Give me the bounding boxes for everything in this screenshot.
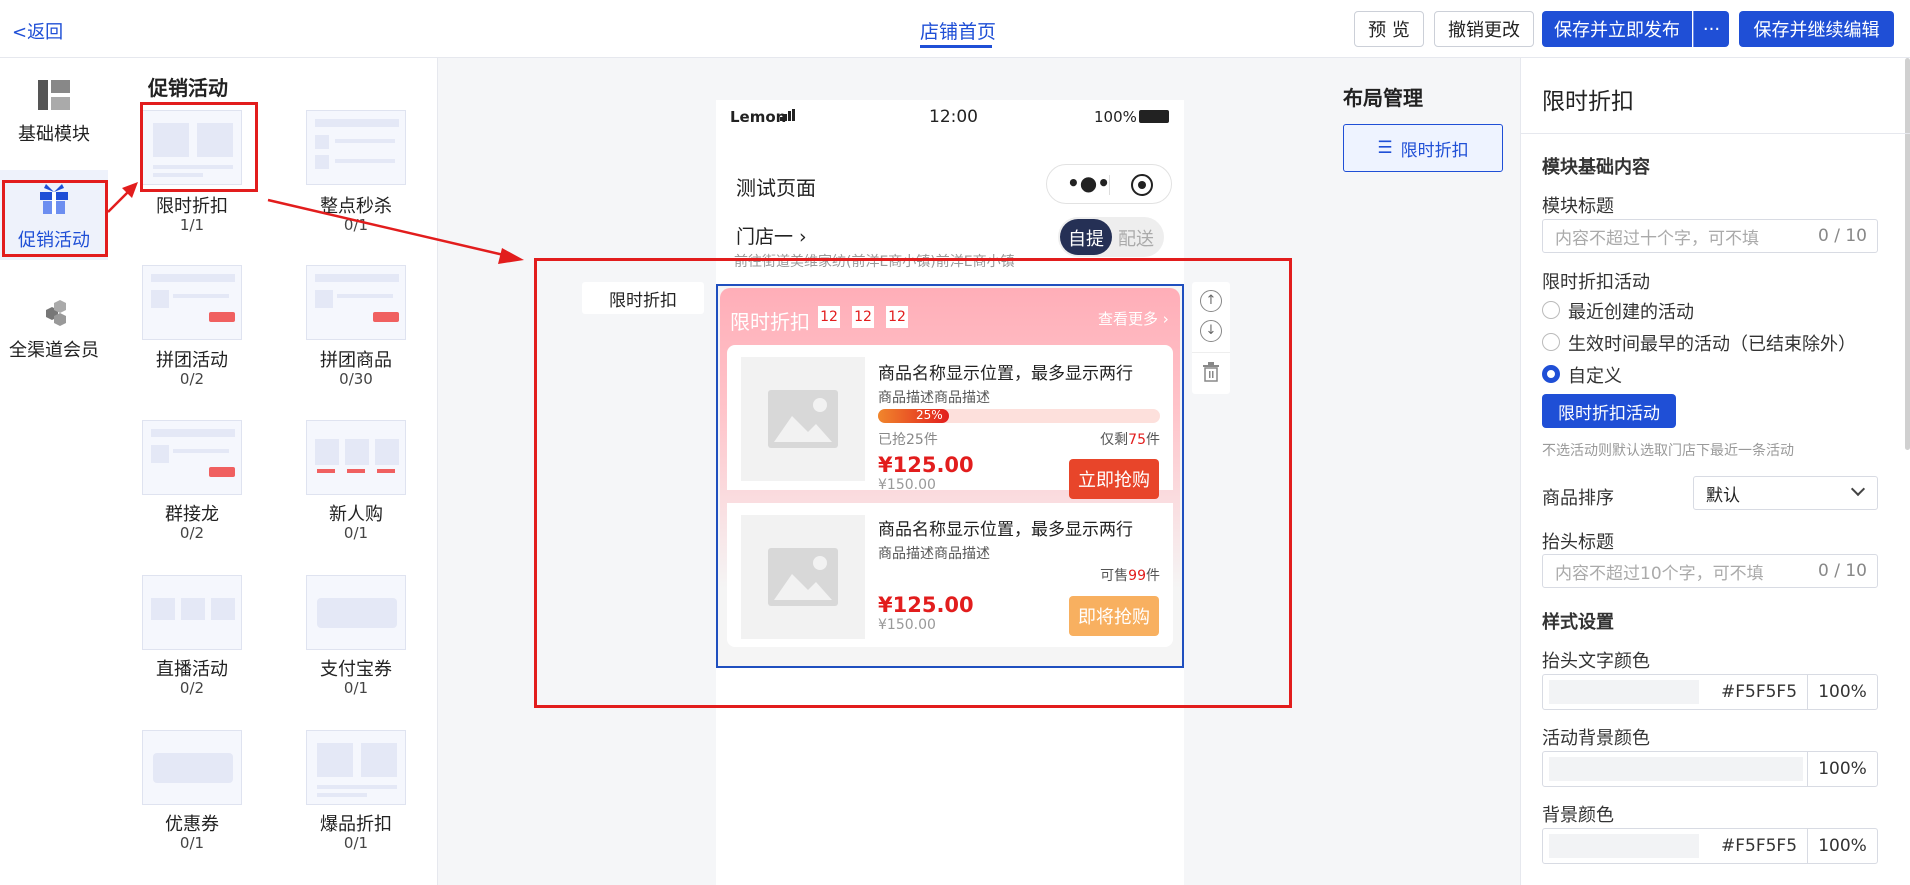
annotation-arrows (107, 182, 524, 264)
